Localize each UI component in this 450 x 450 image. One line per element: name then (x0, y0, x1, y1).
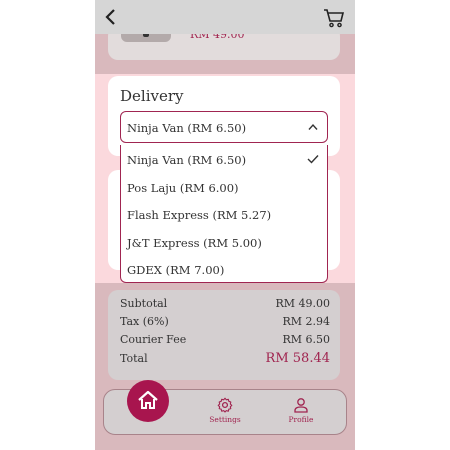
courier-option[interactable]: Ninja Van (RM 6.50) (121, 146, 327, 173)
top-bar (95, 0, 355, 34)
tax-row: Tax (6%) RM 2.94 (120, 315, 330, 328)
home-button[interactable] (127, 380, 169, 422)
delivery-title: Delivery (120, 87, 184, 105)
nav-settings-label: Settings (209, 415, 241, 424)
total-row: Total RM 58.44 (120, 351, 330, 366)
home-icon (138, 390, 158, 409)
cart-icon[interactable] (323, 8, 345, 28)
courier-option[interactable]: Pos Laju (RM 6.00) (121, 174, 327, 201)
order-summary-card: Subtotal RM 49.00 Tax (6%) RM 2.94 Couri… (108, 290, 340, 380)
gear-icon (217, 397, 233, 413)
subtotal-row: Subtotal RM 49.00 (120, 297, 330, 310)
nav-profile[interactable]: Profile (281, 397, 321, 429)
chevron-up-icon (308, 123, 318, 130)
check-icon (307, 155, 319, 164)
courier-select[interactable]: Ninja Van (RM 6.50) (120, 111, 328, 143)
nav-profile-label: Profile (288, 415, 314, 424)
checkout-screen: RM 49.00 Delivery Ninja Van (RM 6.50) Ni… (95, 0, 355, 450)
person-icon (294, 398, 308, 413)
courier-select-value: Ninja Van (RM 6.50) (127, 121, 247, 135)
courier-dropdown-list: Ninja Van (RM 6.50) Pos Laju (RM 6.00) F… (120, 145, 328, 283)
courier-fee-row: Courier Fee RM 6.50 (120, 333, 330, 346)
courier-option[interactable]: Flash Express (RM 5.27) (121, 201, 327, 228)
delivery-card: Delivery Ninja Van (RM 6.50) (108, 76, 340, 156)
courier-option[interactable]: J&T Express (RM 5.00) (121, 229, 327, 256)
courier-option[interactable]: GDEX (RM 7.00) (121, 256, 327, 283)
chevron-left-icon[interactable] (101, 6, 121, 28)
nav-settings[interactable]: Settings (205, 397, 245, 429)
